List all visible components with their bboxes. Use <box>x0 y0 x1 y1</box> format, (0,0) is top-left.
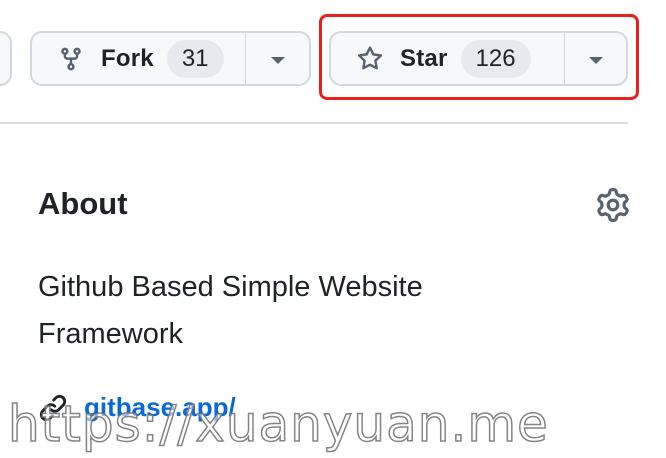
star-icon <box>357 45 383 72</box>
star-dropdown-button[interactable] <box>564 31 628 86</box>
star-button[interactable]: Star 126 <box>329 31 565 86</box>
watch-button-partial[interactable] <box>0 31 12 86</box>
about-description: Github Based Simple Website Framework <box>38 271 423 350</box>
caret-down-icon <box>588 56 603 64</box>
star-label: Star <box>400 44 448 72</box>
repo-forked-icon <box>58 46 84 72</box>
website-row: gitbase.app/ <box>38 392 236 423</box>
fork-button[interactable]: Fork 31 <box>30 31 246 86</box>
about-heading: About <box>38 186 128 221</box>
star-count: 126 <box>460 39 531 78</box>
website-link[interactable]: gitbase.app/ <box>84 392 236 423</box>
fork-count: 31 <box>166 39 224 78</box>
divider <box>0 122 628 124</box>
caret-down-icon <box>270 56 285 64</box>
fork-dropdown-button[interactable] <box>245 31 311 86</box>
fork-label: Fork <box>101 44 154 72</box>
gear-icon[interactable] <box>596 188 630 222</box>
link-icon <box>38 393 68 423</box>
